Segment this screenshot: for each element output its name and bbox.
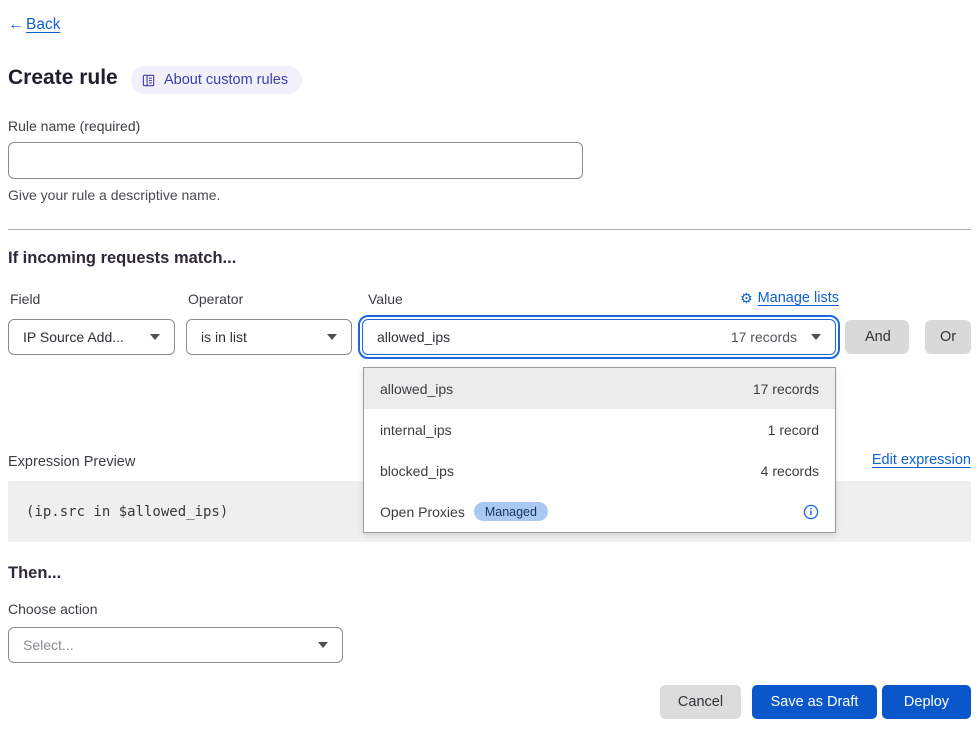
- back-arrow-icon: ←: [8, 16, 24, 34]
- manage-lists-link[interactable]: ⚙ Manage lists: [740, 290, 839, 306]
- or-button[interactable]: Or: [925, 320, 971, 354]
- dropdown-option-allowed-ips[interactable]: allowed_ips 17 records: [364, 368, 835, 409]
- managed-badge: Managed: [474, 502, 548, 521]
- rule-name-label: Rule name (required): [8, 118, 140, 134]
- match-section-heading: If incoming requests match...: [8, 249, 236, 268]
- dropdown-option-open-proxies[interactable]: Open Proxies Managed: [364, 491, 835, 532]
- gear-icon: ⚙: [740, 291, 753, 305]
- chevron-down-icon: [327, 334, 337, 340]
- operator-select[interactable]: is in list: [186, 319, 352, 355]
- back-link[interactable]: ←Back: [8, 16, 60, 34]
- rule-name-input[interactable]: [8, 142, 583, 179]
- field-select[interactable]: IP Source Add...: [8, 319, 175, 355]
- back-link-label: Back: [26, 16, 60, 34]
- option-name: Open Proxies: [380, 504, 465, 520]
- dropdown-option-blocked-ips[interactable]: blocked_ips 4 records: [364, 450, 835, 491]
- option-name: allowed_ips: [380, 381, 453, 397]
- field-label: Field: [10, 291, 40, 307]
- save-as-draft-button[interactable]: Save as Draft: [752, 685, 877, 719]
- manage-lists-label: Manage lists: [758, 290, 839, 306]
- expression-preview-label: Expression Preview: [8, 454, 135, 470]
- book-icon: [141, 73, 156, 88]
- option-record-count: 4 records: [761, 463, 819, 479]
- value-label: Value: [368, 291, 403, 307]
- option-name: blocked_ips: [380, 463, 454, 479]
- deploy-button[interactable]: Deploy: [882, 685, 971, 719]
- option-record-count: 1 record: [768, 422, 819, 438]
- option-record-count: 17 records: [753, 381, 819, 397]
- expression-code-text: (ip.src in $allowed_ips): [26, 504, 228, 520]
- dropdown-option-internal-ips[interactable]: internal_ips 1 record: [364, 409, 835, 450]
- cancel-button[interactable]: Cancel: [660, 685, 741, 719]
- operator-select-value: is in list: [201, 329, 247, 345]
- then-section-heading: Then...: [8, 564, 61, 583]
- action-select-placeholder: Select...: [23, 637, 74, 653]
- value-select-value: allowed_ips: [377, 329, 450, 345]
- choose-action-label: Choose action: [8, 601, 98, 617]
- chevron-down-icon: [318, 642, 328, 648]
- section-divider: [8, 229, 971, 230]
- operator-label: Operator: [188, 291, 243, 307]
- field-select-value: IP Source Add...: [23, 329, 124, 345]
- value-dropdown-panel: allowed_ips 17 records internal_ips 1 re…: [363, 367, 836, 533]
- chevron-down-icon: [811, 334, 821, 340]
- edit-expression-link[interactable]: Edit expression: [872, 452, 971, 468]
- action-select[interactable]: Select...: [8, 627, 343, 663]
- create-rule-page: ←Back Create rule About custom rules Rul…: [0, 0, 979, 739]
- option-name: internal_ips: [380, 422, 452, 438]
- about-custom-rules-label: About custom rules: [164, 72, 288, 88]
- info-icon[interactable]: [803, 504, 819, 520]
- about-custom-rules-link[interactable]: About custom rules: [131, 66, 302, 94]
- chevron-down-icon: [150, 334, 160, 340]
- value-select[interactable]: allowed_ips 17 records: [362, 319, 836, 355]
- rule-name-helper: Give your rule a descriptive name.: [8, 187, 220, 203]
- page-title: Create rule: [8, 66, 118, 90]
- value-select-record-count: 17 records: [731, 329, 811, 345]
- and-button[interactable]: And: [845, 320, 909, 354]
